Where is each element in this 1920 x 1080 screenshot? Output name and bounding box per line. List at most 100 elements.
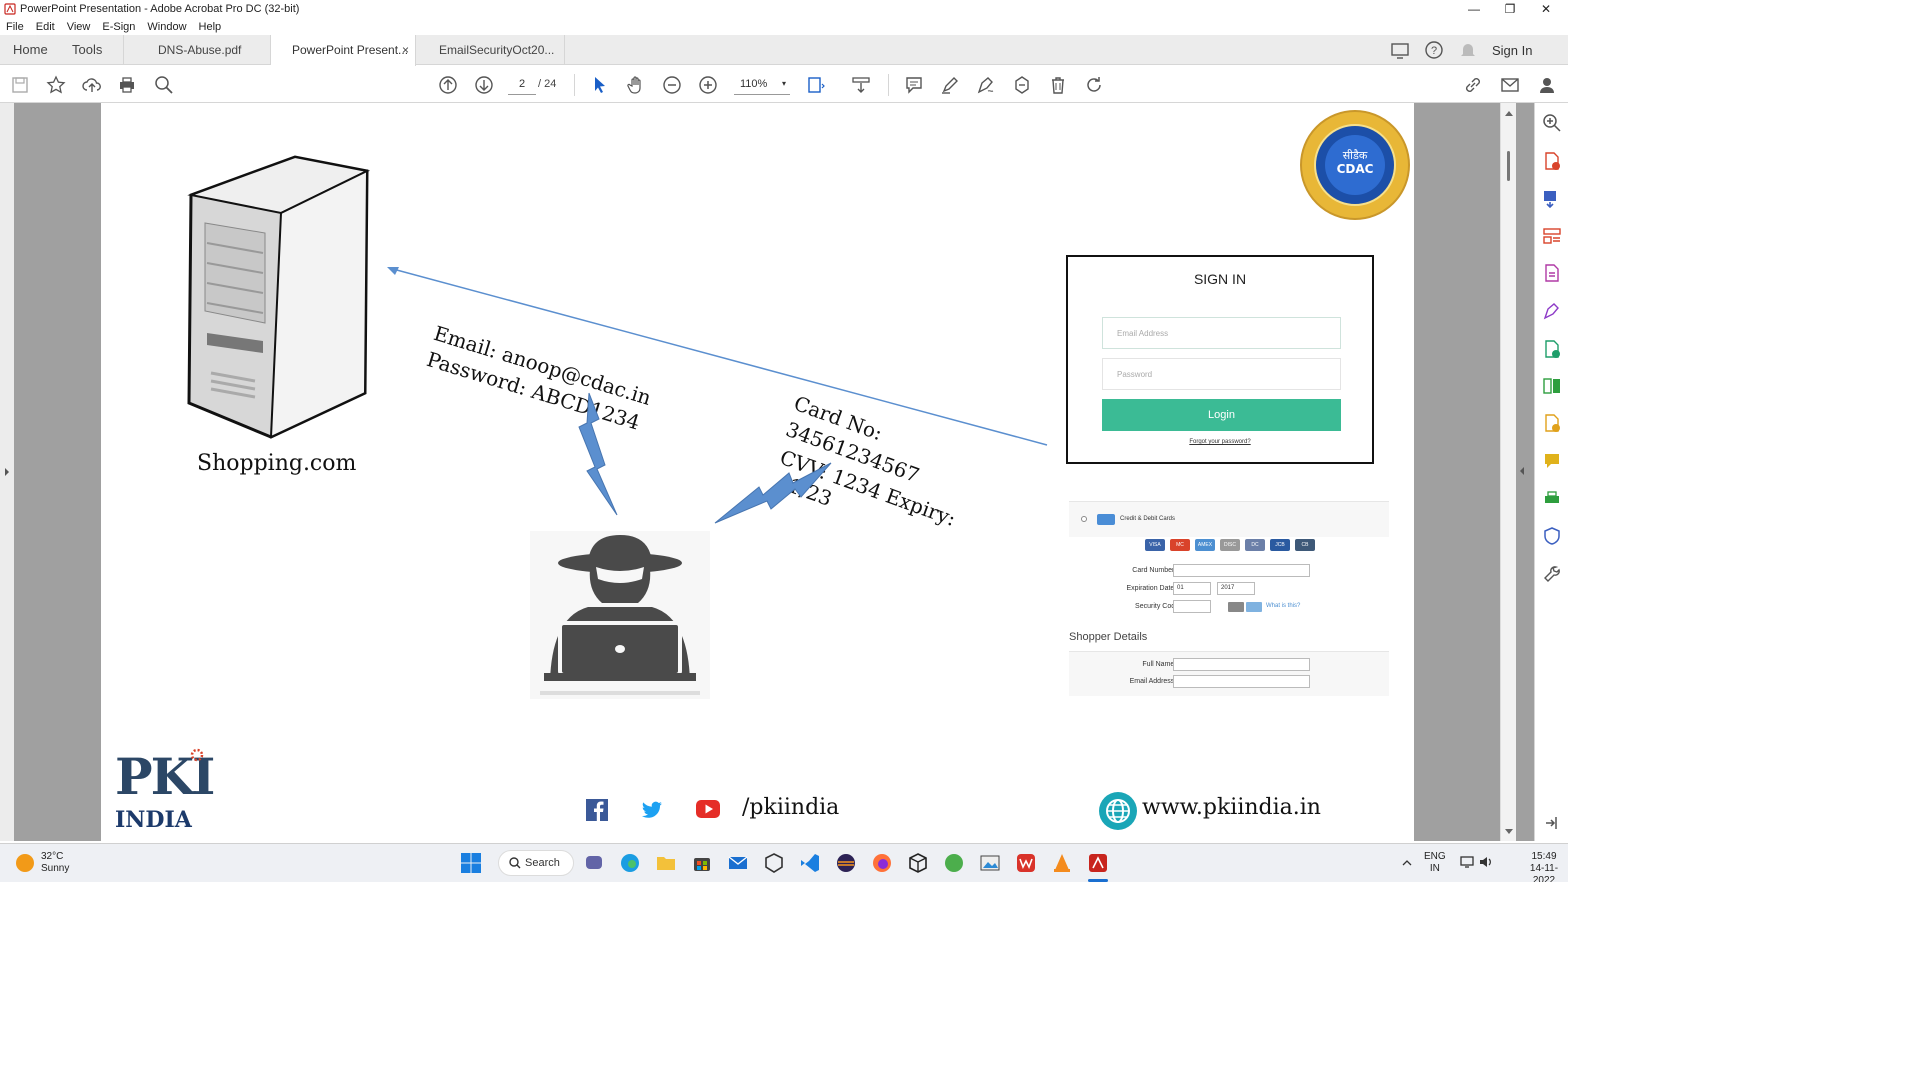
mail-icon[interactable] [727, 852, 749, 874]
photos-icon[interactable] [979, 852, 1001, 874]
help-icon[interactable]: ? [1424, 40, 1446, 60]
volume-icon[interactable] [1479, 856, 1493, 868]
exp-month-select: 01 [1173, 582, 1211, 595]
clock[interactable]: 15:49 14-11-2022 [1520, 851, 1568, 882]
scrollbar-thumb[interactable] [1507, 151, 1510, 181]
tab-powerpoint-presentation[interactable]: PowerPoint Present... × [271, 35, 416, 66]
page-fit-icon[interactable] [806, 75, 826, 95]
eclipse-icon[interactable] [835, 852, 857, 874]
collapse-right-panel-icon[interactable] [1518, 466, 1526, 476]
previous-page-icon[interactable] [438, 75, 458, 95]
stamp-icon[interactable] [1012, 75, 1032, 95]
compare-files-icon[interactable] [1542, 376, 1562, 396]
next-page-icon[interactable] [474, 75, 494, 95]
share-screen-icon[interactable] [1390, 40, 1412, 60]
select-cursor-icon[interactable] [590, 75, 610, 95]
more-tools-wrench-icon[interactable] [1542, 564, 1562, 584]
wps-office-icon[interactable] [1015, 852, 1037, 874]
add-user-icon[interactable] [1537, 75, 1557, 95]
zoom-level-select[interactable]: 110% ▾ [734, 73, 790, 95]
email-field: Email Address [1102, 317, 1341, 349]
scroll-mode-icon[interactable] [851, 75, 871, 95]
scan-ocr-icon[interactable] [1542, 413, 1562, 433]
acrobat-taskbar-icon[interactable] [1087, 852, 1109, 874]
weather-sun-icon[interactable] [16, 854, 34, 872]
search-icon [509, 857, 521, 869]
jcb-icon: JCB [1270, 539, 1290, 551]
highlight-pen-icon[interactable] [940, 75, 960, 95]
virtualbox-icon[interactable] [763, 852, 785, 874]
cube-app-icon[interactable] [907, 852, 929, 874]
vertical-scrollbar[interactable] [1500, 103, 1516, 841]
menu-view[interactable]: View [67, 21, 91, 33]
email-envelope-icon[interactable] [1500, 75, 1520, 95]
fill-sign-icon[interactable] [1542, 301, 1562, 321]
comment-icon[interactable] [904, 75, 924, 95]
bookmark-star-icon[interactable] [46, 75, 66, 95]
maximize-button[interactable]: ❐ [1492, 0, 1528, 18]
menu-esign[interactable]: E-Sign [102, 21, 135, 33]
menu-edit[interactable]: Edit [36, 21, 55, 33]
tab-dns-abuse[interactable]: DNS-Abuse.pdf [124, 35, 271, 65]
print-production-icon[interactable] [1542, 489, 1562, 509]
menu-window[interactable]: Window [147, 21, 186, 33]
protect-shield-icon[interactable] [1542, 526, 1562, 546]
tab-email-security[interactable]: EmailSecurityOct20... [416, 35, 565, 65]
comment-tool-icon[interactable] [1542, 451, 1562, 471]
organize-pages-icon[interactable] [1542, 226, 1562, 246]
minimize-button[interactable]: — [1456, 0, 1492, 18]
tab-close-icon[interactable]: × [402, 35, 409, 65]
scroll-down-icon[interactable] [1504, 828, 1514, 836]
chevron-up-icon[interactable] [1402, 859, 1412, 866]
tab-tools[interactable]: Tools [60, 35, 124, 65]
sign-in-link[interactable]: Sign In [1492, 43, 1532, 58]
active-app-indicator [1088, 879, 1108, 882]
search-zoom-icon[interactable] [1542, 113, 1562, 133]
expand-left-panel-icon[interactable] [3, 467, 11, 477]
file-explorer-icon[interactable] [655, 852, 677, 874]
upload-cloud-icon[interactable] [82, 75, 102, 95]
scroll-up-icon[interactable] [1504, 109, 1514, 117]
sign-pen-icon[interactable] [976, 75, 996, 95]
tab-bar: Home Tools DNS-Abuse.pdf PowerPoint Pres… [0, 35, 1568, 66]
tab-home[interactable]: Home [0, 35, 60, 65]
teams-chat-icon[interactable] [583, 852, 605, 874]
link-icon[interactable] [1463, 75, 1483, 95]
edit-pdf-icon[interactable] [1542, 263, 1562, 283]
login-button: Login [1102, 399, 1341, 431]
firefox-icon[interactable] [871, 852, 893, 874]
taskbar-search-box[interactable]: Search [498, 850, 574, 876]
send-for-review-icon[interactable] [1542, 339, 1562, 359]
windows-start-icon[interactable] [460, 852, 482, 874]
notifications-bell-icon[interactable] [1458, 40, 1480, 60]
sign-in-form-image: SIGN IN Email Address Password Login For… [1066, 255, 1374, 464]
network-icon[interactable] [1460, 856, 1474, 868]
green-app-icon[interactable] [943, 852, 965, 874]
rotate-icon[interactable] [1084, 75, 1104, 95]
zoom-in-icon[interactable] [698, 75, 718, 95]
edge-browser-icon[interactable] [619, 852, 641, 874]
vscode-icon[interactable] [799, 852, 821, 874]
menu-help[interactable]: Help [199, 21, 222, 33]
page-number-input[interactable]: 2 [508, 73, 536, 95]
weather-widget[interactable]: 32°C Sunny [41, 851, 69, 875]
zoom-out-icon[interactable] [662, 75, 682, 95]
language-indicator[interactable]: ENG IN [1424, 851, 1446, 875]
delete-trash-icon[interactable] [1048, 75, 1068, 95]
collapse-tools-icon[interactable] [1542, 813, 1562, 833]
menu-file[interactable]: File [6, 21, 24, 33]
radio-icon [1081, 516, 1087, 522]
cvv-card-icon [1246, 602, 1262, 612]
zoom-search-icon[interactable] [154, 75, 174, 95]
export-pdf-icon[interactable] [1542, 151, 1562, 171]
email-address-input [1173, 675, 1310, 688]
print-icon[interactable] [117, 75, 137, 95]
save-icon[interactable] [10, 75, 30, 95]
hand-tool-icon[interactable] [626, 75, 646, 95]
create-pdf-icon[interactable] [1542, 188, 1562, 209]
toolbar-separator [888, 74, 889, 96]
microsoft-store-icon[interactable] [691, 852, 713, 874]
close-window-button[interactable]: ✕ [1528, 0, 1564, 18]
search-label: Search [525, 857, 560, 869]
vlc-icon[interactable] [1051, 852, 1073, 874]
